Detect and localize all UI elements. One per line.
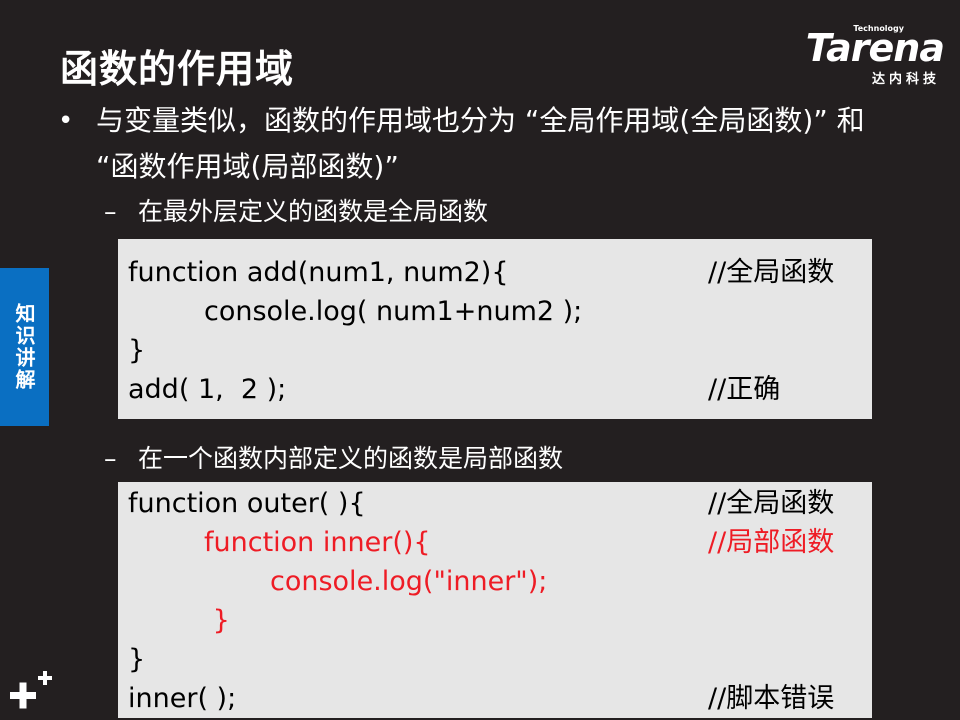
code-text: console.log( num1+num2 ); [204, 296, 583, 327]
code-block-local: function outer( ){ //全局函数 function inner()… [118, 482, 872, 718]
code-text: add( 1, 2 ); [128, 374, 287, 405]
bullet-item: • 与变量类似，函数的作用域也分为 “全局作用域(全局函数)” 和 “函数作用域… [58, 98, 898, 190]
code-comment: //脚本错误 [708, 683, 835, 714]
code-comment: //局部函数 [708, 527, 835, 558]
logo-chinese-name: 达内科技 [871, 72, 940, 87]
code-text: function outer( ){ [128, 488, 366, 519]
bullet-text: 与变量类似，函数的作用域也分为 “全局作用域(全局函数)” 和 “函数作用域(局… [96, 104, 865, 183]
side-tab-label: 知识讲解 [12, 303, 36, 391]
bullet-marker: • [58, 106, 74, 136]
code-text: } [204, 605, 230, 636]
code-block-global: function add(num1, num2){ //全局函数 console.l… [118, 239, 872, 419]
code-text: console.log("inner"); [270, 566, 548, 597]
code-comment: //正确 [708, 374, 781, 405]
code-line: } [118, 331, 872, 370]
side-tab-knowledge: 知识讲解 [0, 268, 49, 426]
code-text: } [128, 644, 146, 675]
code-comment: //全局函数 [708, 257, 835, 288]
code-text: function add(num1, num2){ [128, 257, 509, 288]
logo-wordmark: Tarena [805, 26, 945, 70]
sub-item-text: 在最外层定义的函数是全局函数 [138, 197, 489, 226]
code-line: console.log("inner"); [118, 562, 872, 601]
sub-item-dash: – [104, 444, 117, 473]
code-text: function inner(){ [204, 527, 431, 558]
code-line: add( 1, 2 ); //正确 [118, 370, 872, 409]
code-line: } [118, 601, 872, 640]
sub-item-global: – 在最外层定义的函数是全局函数 [104, 196, 488, 228]
sub-item-dash: – [104, 197, 117, 226]
code-line: console.log( num1+num2 ); [118, 292, 872, 331]
code-line: function inner(){ //局部函数 [118, 523, 872, 562]
sub-item-local: – 在一个函数内部定义的函数是局部函数 [104, 443, 563, 475]
slide-title: 函数的作用域 [60, 47, 295, 91]
code-text: } [128, 335, 146, 366]
code-comment: //全局函数 [708, 488, 835, 519]
sub-item-text: 在一个函数内部定义的函数是局部函数 [138, 444, 564, 473]
tarena-logo: Technology Tarena 达内科技 [774, 24, 945, 87]
code-line: function add(num1, num2){ //全局函数 [118, 253, 872, 292]
plus-sparkle-icon [10, 671, 52, 709]
code-line: } [118, 640, 872, 679]
code-line: function outer( ){ //全局函数 [118, 484, 872, 523]
code-line: inner( ); //脚本错误 [118, 679, 872, 718]
code-text: inner( ); [128, 683, 237, 714]
